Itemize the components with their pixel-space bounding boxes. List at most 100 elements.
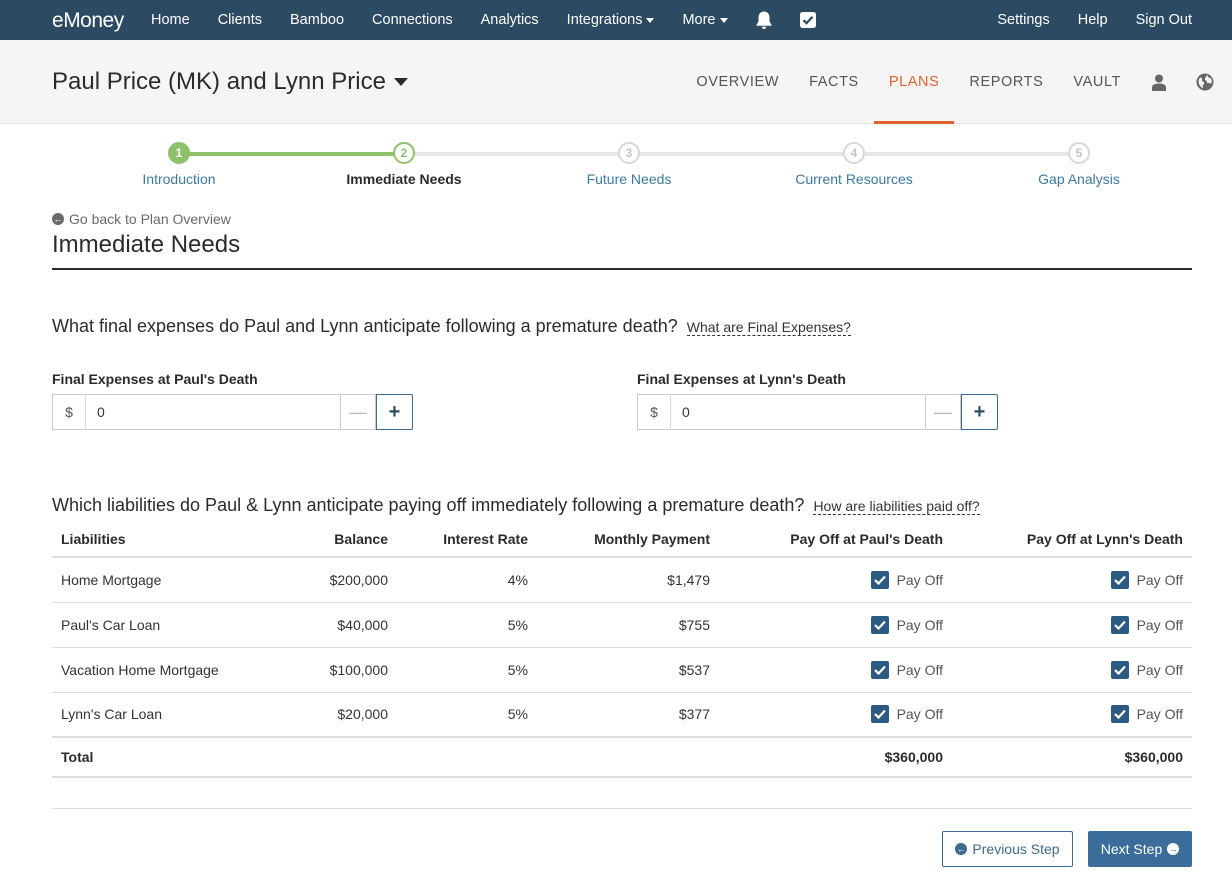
liability-rate: 5%	[397, 647, 537, 693]
checkbox-checked-icon	[1110, 570, 1129, 589]
logo-e: e	[52, 9, 64, 32]
pay-off-paul-checkbox[interactable]: Pay Off	[870, 660, 943, 679]
pay-off-paul-checkbox[interactable]: Pay Off	[870, 615, 943, 634]
checkbox-label: Pay Off	[896, 706, 943, 723]
nav-item-integrations[interactable]: Integrations	[553, 0, 669, 40]
nav-item-analytics[interactable]: Analytics	[467, 0, 553, 40]
tab-label: PLANS	[888, 74, 940, 90]
bell-icon[interactable]	[742, 0, 786, 40]
nav-item-connections[interactable]: Connections	[358, 0, 467, 40]
emoney-logo[interactable]: eMoney	[52, 8, 124, 33]
table-row: Vacation Home Mortgage $100,000 5% $537 …	[52, 647, 1192, 693]
logo-money: Money	[63, 9, 124, 32]
previous-step-button[interactable]: ← Previous Step	[942, 831, 1073, 867]
checkbox-checked-icon	[870, 660, 889, 679]
step-introduction[interactable]: 1 Introduction	[89, 142, 269, 187]
table-row: Home Mortgage $200,000 4% $1,479 Pay Off…	[52, 557, 1192, 603]
empty-cell	[397, 736, 537, 778]
tab-facts[interactable]: FACTS	[794, 40, 874, 124]
checkbox-label: Pay Off	[896, 616, 943, 633]
divider	[52, 268, 1192, 270]
step-immediate-needs[interactable]: 2 Immediate Needs	[314, 142, 494, 187]
checkbox-icon[interactable]	[786, 0, 830, 40]
nav-item-sign-out[interactable]: Sign Out	[1122, 0, 1206, 40]
tab-label: FACTS	[809, 74, 859, 90]
step-label: Introduction	[142, 171, 216, 187]
liability-name: Vacation Home Mortgage	[52, 647, 282, 693]
increment-button[interactable]: +	[376, 394, 413, 430]
liabilities-help-link[interactable]: How are liabilities paid off?	[813, 498, 980, 515]
decrement-button[interactable]: —	[340, 394, 376, 430]
step-gap-analysis[interactable]: 5 Gap Analysis	[989, 142, 1169, 187]
pay-off-lynn-checkbox[interactable]: Pay Off	[1110, 615, 1183, 634]
nav-item-settings[interactable]: Settings	[983, 0, 1063, 40]
lynn-final-expenses-input[interactable]	[671, 394, 925, 430]
nav-item-home[interactable]: Home	[137, 0, 204, 40]
final-expenses-help-link[interactable]: What are Final Expenses?	[686, 319, 851, 336]
button-label: Next Step	[1100, 841, 1163, 857]
lynn-final-expenses-stepper: $ — +	[637, 394, 998, 430]
total-label: Total	[52, 736, 282, 778]
step-number: 2	[393, 142, 415, 164]
lynn-final-expenses-label: Final Expenses at Lynn's Death	[637, 371, 846, 387]
liability-name: Paul's Car Loan	[52, 602, 282, 648]
table-total-row: Total $360,000 $360,000	[52, 736, 1192, 778]
button-label: Previous Step	[972, 841, 1060, 857]
checkbox-checked-icon	[1110, 660, 1129, 679]
caret-down-icon	[719, 17, 728, 23]
checkbox-label: Pay Off	[896, 571, 943, 588]
increment-button[interactable]: +	[961, 394, 998, 430]
divider	[52, 808, 1192, 809]
nav-item-bamboo[interactable]: Bamboo	[276, 0, 358, 40]
client-name: Paul Price (MK) and Lynn Price	[52, 68, 386, 95]
header-monthly-payment: Monthly Payment	[537, 522, 719, 558]
table-row: Paul's Car Loan $40,000 5% $755 Pay Off …	[52, 602, 1192, 648]
tab-label: VAULT	[1073, 74, 1121, 90]
decrement-button[interactable]: —	[925, 394, 961, 430]
pay-off-lynn-checkbox[interactable]: Pay Off	[1110, 660, 1183, 679]
client-name-dropdown[interactable]: Paul Price (MK) and Lynn Price	[52, 68, 408, 96]
tab-plans[interactable]: PLANS	[873, 40, 955, 124]
step-label: Gap Analysis	[1038, 171, 1120, 187]
paul-final-expenses-input[interactable]	[86, 394, 340, 430]
tab-vault[interactable]: VAULT	[1058, 40, 1136, 124]
final-expenses-question: What final expenses do Paul and Lynn ant…	[52, 316, 851, 337]
checkbox-label: Pay Off	[896, 661, 943, 678]
step-number: 4	[843, 142, 865, 164]
step-current-resources[interactable]: 4 Current Resources	[764, 142, 944, 187]
liability-balance: $20,000	[282, 692, 397, 738]
user-icon[interactable]	[1136, 40, 1182, 124]
nav-item-help[interactable]: Help	[1064, 0, 1122, 40]
next-step-button[interactable]: Next Step →	[1088, 831, 1192, 867]
tab-overview[interactable]: OVERVIEW	[681, 40, 794, 124]
liabilities-table: Liabilities Balance Interest Rate Monthl…	[52, 522, 1192, 778]
step-future-needs[interactable]: 3 Future Needs	[539, 142, 719, 187]
header-interest-rate: Interest Rate	[397, 522, 537, 558]
pay-off-paul-checkbox[interactable]: Pay Off	[870, 705, 943, 724]
back-to-plan-overview-link[interactable]: ← Go back to Plan Overview	[52, 211, 231, 227]
checkbox-checked-icon	[870, 705, 889, 724]
nav-label: Bamboo	[290, 12, 345, 28]
globe-icon[interactable]	[1182, 40, 1228, 124]
pay-off-lynn-checkbox[interactable]: Pay Off	[1110, 705, 1183, 724]
question-text: Which liabilities do Paul & Lynn anticip…	[52, 495, 805, 515]
table-header-row: Liabilities Balance Interest Rate Monthl…	[52, 522, 1192, 558]
nav-item-clients[interactable]: Clients	[204, 0, 276, 40]
back-link-label: Go back to Plan Overview	[69, 211, 231, 227]
top-nav-bar: eMoney Home Clients Bamboo Connections A…	[0, 0, 1232, 40]
liabilities-question: Which liabilities do Paul & Lynn anticip…	[52, 495, 980, 516]
pay-off-lynn-checkbox[interactable]: Pay Off	[1110, 570, 1183, 589]
tab-reports[interactable]: REPORTS	[954, 40, 1058, 124]
progress-stepper: 1 Introduction 2 Immediate Needs 3 Futur…	[66, 142, 1192, 192]
empty-cell	[282, 736, 397, 778]
nav-item-more[interactable]: More	[668, 0, 741, 40]
caret-down-icon	[393, 78, 408, 86]
total-lynn: $360,000	[952, 736, 1192, 778]
liability-rate: 4%	[397, 557, 537, 603]
pay-off-paul-checkbox[interactable]: Pay Off	[870, 570, 943, 589]
caret-down-icon	[646, 17, 655, 23]
nav-label: Help	[1077, 12, 1108, 28]
nav-label: More	[682, 12, 716, 28]
liability-rate: 5%	[397, 692, 537, 738]
liability-balance: $40,000	[282, 602, 397, 648]
